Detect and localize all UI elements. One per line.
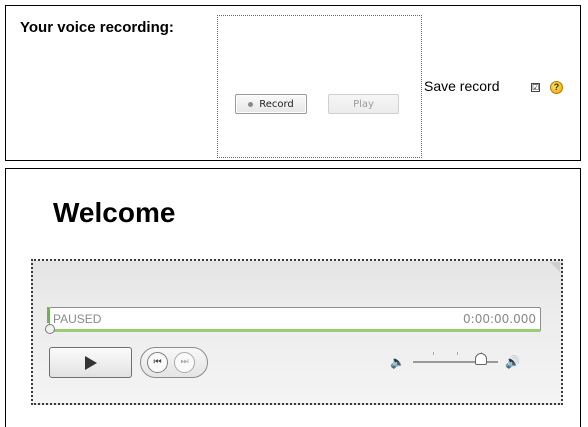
volume-tick <box>433 352 434 355</box>
play-icon <box>84 355 97 370</box>
save-record-label: Save record <box>424 78 500 94</box>
recorder-applet: Record Play <box>217 15 422 158</box>
volume-tick <box>457 352 458 355</box>
play-recording-label: Play <box>353 98 374 110</box>
volume-slider[interactable] <box>413 352 498 365</box>
progress-marker <box>47 307 49 323</box>
volume-handle[interactable] <box>475 353 487 365</box>
skip-back-icon: ⏮ <box>153 357 162 367</box>
play-recording-button[interactable]: Play <box>328 94 399 114</box>
playback-time: 0:00:00.000 <box>463 312 536 326</box>
save-record-checkbox[interactable]: ☑ <box>531 83 540 92</box>
skip-forward-icon: ⏭ <box>180 357 189 367</box>
page-title: Welcome <box>53 197 176 228</box>
playback-status: PAUSED <box>53 312 102 326</box>
help-icon[interactable]: ? <box>550 81 563 94</box>
skip-forward-button[interactable]: ⏭ <box>174 352 195 373</box>
scrubber-handle[interactable] <box>45 324 55 334</box>
play-button[interactable] <box>49 347 132 378</box>
skip-controls: ⏮ ⏭ <box>140 347 208 378</box>
record-button[interactable]: Record <box>235 94 307 114</box>
skip-back-button[interactable]: ⏮ <box>147 352 168 373</box>
media-player: PAUSED 0:00:00.000 ⏮ ⏭ 🔈 🔊 <box>31 259 563 405</box>
resize-corner-icon[interactable] <box>550 262 560 272</box>
media-player-panel: Welcome PAUSED 0:00:00.000 ⏮ ⏭ 🔈 🔊 <box>5 168 581 427</box>
record-button-label: Record <box>259 98 294 110</box>
speaker-loud-icon[interactable]: 🔊 <box>505 355 523 369</box>
voice-recording-label: Your voice recording: <box>20 19 174 36</box>
speaker-mute-icon[interactable]: 🔈 <box>390 355 406 369</box>
record-dot-icon <box>248 101 254 107</box>
voice-recorder-panel: Your voice recording: Record Play Save r… <box>5 5 581 161</box>
progress-bar[interactable]: PAUSED 0:00:00.000 <box>45 307 541 334</box>
